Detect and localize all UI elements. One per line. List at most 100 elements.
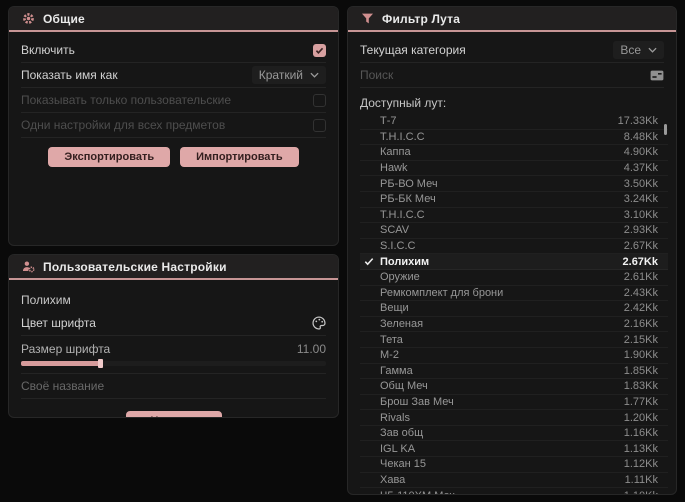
loot-item-value: 2.67Kk [622,255,658,268]
font-size-row: Размер шрифта 11.00 [21,336,326,374]
loot-item-value: 1.11Kk [624,473,658,486]
panel-loot-filter-title: Фильтр Лута [382,11,461,26]
loot-row[interactable]: S.I.C.C 2.67Kk [360,239,668,255]
loot-item-name: Т-7 [380,115,397,128]
search-input[interactable]: Поиск [360,63,664,88]
loot-row[interactable]: М-2 1.90Kk [360,348,668,364]
panel-user-settings-header: Пользовательские Настройки [9,255,338,280]
loot-item-value: 1.85Kk [623,364,658,377]
loot-row[interactable]: Зеленая 2.16Kk [360,317,668,333]
delete-button[interactable]: Удалить [125,411,222,417]
loot-row[interactable]: РБ-ВО Меч 3.50Kk [360,176,668,192]
panel-user-settings-title: Пользовательские Настройки [43,259,227,274]
loot-item-name: Зав общ [380,427,424,440]
panel-loot-filter-header: Фильтр Лута [348,7,676,32]
panel-general: Общие Включить Показать имя как Краткий [8,6,339,246]
loot-row[interactable]: Ч5-110ХМ Меч 1.10Kk [360,488,668,494]
loot-list-scrollbar[interactable] [664,124,667,135]
loot-item-value: 2.67Kk [623,240,658,253]
setting-display-name-row: Показать имя как Краткий [21,63,326,88]
loot-item-value: 2.93Kk [623,224,658,237]
loot-item-name: Rivals [380,411,410,424]
loot-row[interactable]: T.H.I.C.C 3.10Kk [360,208,668,224]
loot-row[interactable]: Общ Меч 1.83Kk [360,379,668,395]
loot-row[interactable]: Брош Зав Меч 1.77Kk [360,395,668,411]
loot-item-name: Вещи [380,302,409,315]
same-settings-label: Одни настройки для всех предметов [21,118,226,132]
loot-row[interactable]: Гамма 1.85Kk [360,364,668,380]
setting-same-settings-row: Одни настройки для всех предметов [21,113,326,138]
funnel-icon [361,12,374,25]
palette-icon[interactable] [312,316,326,330]
check-icon [364,257,374,266]
loot-item-name: IGL KA [380,442,416,455]
category-value: Все [620,43,641,57]
loot-item-name: Ч5-110ХМ Меч [380,490,455,494]
loot-item-value: 1.12Kk [623,458,658,471]
loot-item-name: Ремкомплект для брони [380,286,504,299]
selected-item-name: Полихим [21,293,71,307]
loot-row[interactable]: Ремкомплект для брони 2.43Kk [360,286,668,302]
display-name-select[interactable]: Краткий [251,66,326,84]
loot-item-value: 1.90Kk [623,349,658,362]
custom-name-placeholder: Своё название [21,379,105,393]
panel-general-title: Общие [43,11,85,26]
loot-item-value: 8.48Kk [623,130,658,143]
chevron-down-icon [310,72,319,78]
loot-row[interactable]: IGL KA 1.13Kk [360,441,668,458]
enable-checkbox[interactable] [313,43,326,57]
loot-row-selected[interactable]: Полихим 2.67Kk [360,254,668,270]
font-size-slider-fill [21,361,103,366]
loot-row[interactable]: Хава 1.11Kk [360,473,668,489]
loot-item-name: Брош Зав Меч [380,395,454,408]
loot-item-name: T.H.I.C.C [380,130,425,143]
loot-item-name: Полихим [380,255,430,268]
delete-row: Удалить [21,399,326,417]
loot-row[interactable]: Оружие 2.61Kk [360,270,668,286]
font-size-label: Размер шрифта [21,342,111,356]
same-settings-checkbox[interactable] [313,118,326,132]
only-custom-checkbox[interactable] [313,93,326,107]
loot-item-value: 2.42Kk [623,302,658,315]
loot-list: Т-7 17.33Kk T.H.I.C.C 8.48Kk Каппа 4.90Kk H… [360,114,668,494]
category-label: Текущая категория [360,43,466,57]
loot-item-value: 3.10Kk [623,208,658,221]
loot-item-name: Оружие [380,271,420,284]
export-import-row: Экспортировать Импортировать [21,138,326,167]
panel-user-settings: Пользовательские Настройки Полихим Цвет … [8,254,339,418]
loot-row[interactable]: T.H.I.C.C 8.48Kk [360,130,668,146]
loot-item-name: Зеленая [380,318,424,331]
loot-row[interactable]: Hawk 4.37Kk [360,161,668,177]
setting-enable-row: Включить [21,38,326,63]
loot-row[interactable]: Каппа 4.90Kk [360,145,668,161]
loot-row[interactable]: Тета 2.15Kk [360,332,668,348]
category-row: Текущая категория Все [360,38,664,63]
import-button[interactable]: Импортировать [180,147,299,167]
category-select[interactable]: Все [613,41,664,59]
loot-row[interactable]: Зав общ 1.16Kk [360,426,668,442]
setting-only-custom-row: Показывать только пользовательские [21,88,326,113]
loot-item-value: 3.24Kk [623,193,658,206]
custom-name-input[interactable]: Своё название [21,374,326,399]
loot-item-value: 1.20Kk [623,411,658,424]
font-size-value: 11.00 [296,342,326,356]
loot-item-value: 2.16Kk [623,318,658,331]
loot-item-value: 1.77Kk [623,395,658,408]
export-button[interactable]: Экспортировать [48,147,171,167]
loot-row[interactable]: Вещи 2.42Kk [360,301,668,317]
gear-icon [22,12,35,25]
loot-row[interactable]: Rivals 1.20Kk [360,410,668,426]
loot-row[interactable]: Чекан 15 1.12Kk [360,457,668,473]
advanced-search-icon[interactable] [650,70,664,81]
loot-item-name: Общ Меч [380,380,428,393]
chevron-down-icon [648,47,657,53]
loot-row[interactable]: РБ-БК Меч 3.24Kk [360,192,668,208]
font-size-slider-thumb[interactable] [98,359,103,368]
font-color-row: Цвет шрифта [21,311,326,336]
font-size-slider[interactable] [21,359,326,368]
loot-item-name: РБ-ВО Меч [380,177,438,190]
font-color-label: Цвет шрифта [21,316,96,330]
loot-row[interactable]: Т-7 17.33Kk [360,114,668,130]
loot-item-name: T.H.I.C.C [380,208,425,221]
loot-row[interactable]: SCAV 2.93Kk [360,223,668,239]
